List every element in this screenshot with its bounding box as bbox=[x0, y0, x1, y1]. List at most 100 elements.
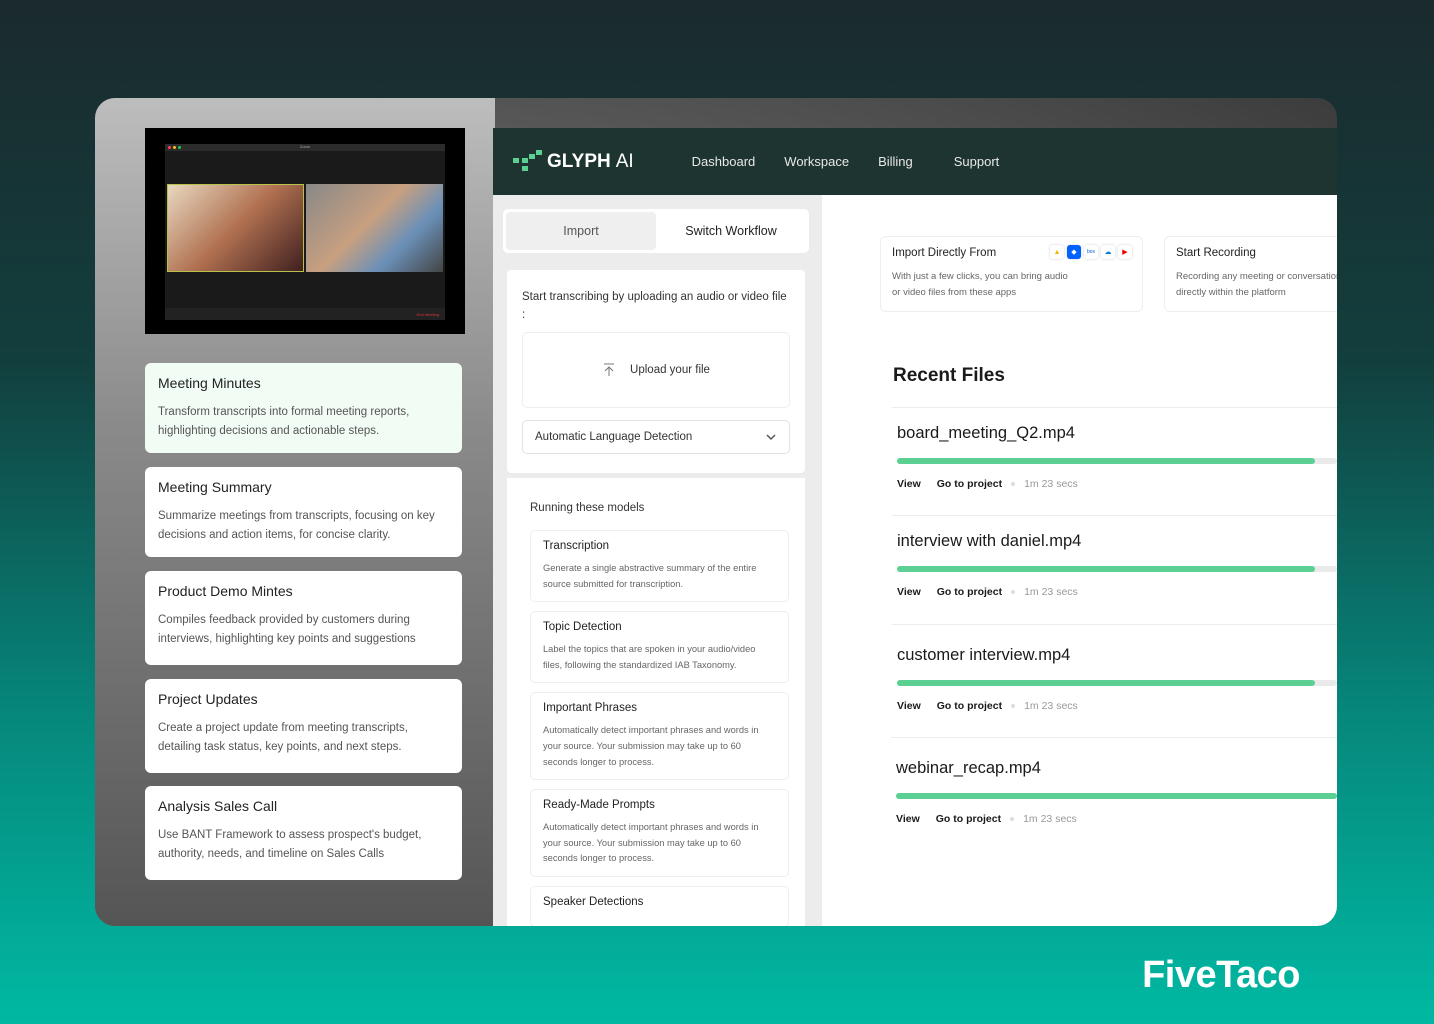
import-directly-card[interactable]: Import Directly From ▲ ◆ box ☁ ▶ With ju… bbox=[880, 236, 1143, 312]
card-desc: or video files from these apps bbox=[892, 286, 1017, 298]
view-link[interactable]: View bbox=[897, 586, 921, 598]
workflow-tabs: Import Switch Workflow bbox=[503, 209, 809, 253]
tab-import[interactable]: Import bbox=[506, 212, 656, 250]
template-title: Project Updates bbox=[158, 691, 258, 707]
card-desc: Recording any meeting or conversation bbox=[1176, 271, 1337, 282]
template-title: Analysis Sales Call bbox=[158, 798, 278, 814]
models-section: Running these models Transcription Genera… bbox=[507, 478, 805, 926]
file-duration: 1m 23 secs bbox=[1023, 813, 1077, 825]
file-name[interactable]: customer interview.mp4 bbox=[897, 646, 1337, 665]
logo-text: GLYPH bbox=[547, 150, 611, 172]
nav-billing[interactable]: Billing bbox=[878, 154, 913, 169]
file-name[interactable]: interview with daniel.mp4 bbox=[897, 532, 1337, 551]
view-link[interactable]: View bbox=[897, 478, 921, 490]
view-link[interactable]: View bbox=[897, 700, 921, 712]
google-drive-icon[interactable]: ▲ bbox=[1050, 245, 1064, 259]
file-duration: 1m 23 secs bbox=[1024, 700, 1078, 712]
model-title: Topic Detection bbox=[543, 621, 622, 634]
card-title: Start Recording bbox=[1176, 247, 1256, 259]
nav-workspace[interactable]: Workspace bbox=[784, 154, 849, 169]
template-desc: Create a project update from meeting tra… bbox=[158, 722, 408, 753]
upload-file-button[interactable]: Upload your file bbox=[522, 332, 790, 408]
model-card[interactable]: Speaker Detections bbox=[530, 885, 789, 926]
showcase-frame: Zoom End Meeting Meeting Minutes Transfor… bbox=[95, 98, 1337, 926]
youtube-icon[interactable]: ▶ bbox=[1118, 245, 1132, 259]
template-card[interactable]: Project Updates Create a project update f… bbox=[145, 679, 462, 773]
template-card[interactable]: Meeting Minutes Transform transcripts int… bbox=[145, 363, 462, 453]
template-desc: Use BANT Framework to assess prospect's … bbox=[158, 829, 422, 860]
onedrive-icon[interactable]: ☁ bbox=[1101, 245, 1115, 259]
model-card[interactable]: Topic Detection Label the topics that are… bbox=[530, 611, 789, 684]
progress-fill bbox=[897, 680, 1315, 686]
participant-video bbox=[167, 184, 304, 272]
upload-section: Start transcribing by uploading an audio… bbox=[507, 270, 805, 473]
card-desc: With just a few clicks, you can bring au… bbox=[892, 271, 1068, 282]
template-card[interactable]: Meeting Summary Summarize meetings from t… bbox=[145, 467, 462, 557]
template-title: Product Demo Mintes bbox=[158, 583, 293, 599]
template-desc: Transform transcripts into formal meetin… bbox=[158, 406, 410, 437]
call-window-title: Zoom bbox=[299, 144, 311, 149]
go-to-project-link[interactable]: Go to project bbox=[937, 700, 1002, 712]
view-link[interactable]: View bbox=[896, 813, 920, 825]
model-card[interactable]: Important Phrases Automatically detect im… bbox=[530, 692, 789, 781]
card-desc: directly within the platform bbox=[1176, 286, 1286, 298]
tab-switch-workflow[interactable]: Switch Workflow bbox=[656, 212, 806, 250]
nav-dashboard[interactable]: Dashboard bbox=[692, 154, 756, 169]
file-item: interview with daniel.mp4 View Go to proj… bbox=[892, 515, 1337, 598]
nav-support[interactable]: Support bbox=[954, 154, 1000, 169]
template-title: Meeting Minutes bbox=[158, 375, 261, 391]
model-title: Speaker Detections bbox=[543, 895, 644, 908]
go-to-project-link[interactable]: Go to project bbox=[937, 586, 1002, 598]
template-card[interactable]: Product Demo Mintes Compiles feedback pro… bbox=[145, 571, 462, 665]
top-nav: GLYPH AI Dashboard Workspace Billing Supp… bbox=[493, 128, 1337, 195]
chevron-down-icon bbox=[766, 434, 776, 441]
file-item: customer interview.mp4 View Go to project… bbox=[892, 624, 1337, 712]
video-call-screenshot: Zoom End Meeting bbox=[145, 128, 465, 334]
logo-icon bbox=[513, 149, 542, 171]
upload-intro: Start transcribing by uploading an audio… bbox=[522, 291, 787, 321]
template-desc: Summarize meetings from transcripts, foc… bbox=[158, 510, 435, 541]
model-title: Transcription bbox=[543, 540, 610, 552]
template-card[interactable]: Analysis Sales Call Use BANT Framework to… bbox=[145, 786, 462, 880]
progress-bar bbox=[897, 680, 1337, 686]
model-card[interactable]: Ready-Made Prompts Automatically detect i… bbox=[530, 789, 789, 877]
model-title: Important Phrases bbox=[543, 702, 637, 715]
template-desc: Compiles feedback provided by customers … bbox=[158, 614, 416, 645]
end-meeting-button: End Meeting bbox=[416, 312, 439, 317]
language-value: Automatic Language Detection bbox=[535, 431, 693, 443]
import-panel: Import Switch Workflow Start transcribin… bbox=[493, 195, 822, 926]
progress-fill bbox=[896, 793, 1337, 799]
file-name[interactable]: webinar_recap.mp4 bbox=[896, 759, 1337, 778]
go-to-project-link[interactable]: Go to project bbox=[937, 478, 1002, 490]
template-title: Meeting Summary bbox=[158, 479, 272, 495]
model-desc: Automatically detect important phrases a… bbox=[543, 725, 759, 767]
file-duration: 1m 23 secs bbox=[1024, 586, 1078, 598]
upload-icon bbox=[604, 363, 615, 376]
model-desc: Label the topics that are spoken in your… bbox=[543, 644, 756, 670]
progress-bar bbox=[897, 458, 1337, 464]
language-select[interactable]: Automatic Language Detection bbox=[522, 420, 790, 454]
logo[interactable]: GLYPH AI bbox=[513, 149, 634, 174]
file-item: board_meeting_Q2.mp4 View Go to project 1m… bbox=[892, 407, 1337, 490]
model-title: Ready-Made Prompts bbox=[543, 799, 655, 812]
model-card[interactable]: Transcription Generate a single abstracti… bbox=[530, 530, 789, 603]
main-content: Import Directly From ▲ ◆ box ☁ ▶ With ju… bbox=[822, 195, 1337, 926]
upload-label: Upload your file bbox=[630, 364, 710, 376]
progress-fill bbox=[897, 566, 1315, 572]
model-desc: Generate a single abstractive summary of… bbox=[543, 563, 757, 589]
progress-fill bbox=[897, 458, 1315, 464]
go-to-project-link[interactable]: Go to project bbox=[936, 813, 1001, 825]
models-title: Running these models bbox=[530, 502, 645, 514]
logo-suffix: AI bbox=[615, 150, 634, 172]
box-icon[interactable]: box bbox=[1084, 245, 1098, 259]
file-name[interactable]: board_meeting_Q2.mp4 bbox=[897, 424, 1337, 443]
participant-video bbox=[306, 184, 443, 272]
dropbox-icon[interactable]: ◆ bbox=[1067, 245, 1081, 259]
progress-bar bbox=[896, 793, 1337, 799]
model-desc: Automatically detect important phrases a… bbox=[543, 822, 759, 864]
brand-logo: FiveTaco bbox=[1142, 954, 1300, 996]
file-duration: 1m 23 secs bbox=[1024, 478, 1078, 490]
progress-bar bbox=[897, 566, 1337, 572]
start-recording-card[interactable]: Start Recording Recording any meeting or… bbox=[1164, 236, 1337, 312]
app-window: GLYPH AI Dashboard Workspace Billing Supp… bbox=[493, 128, 1337, 926]
